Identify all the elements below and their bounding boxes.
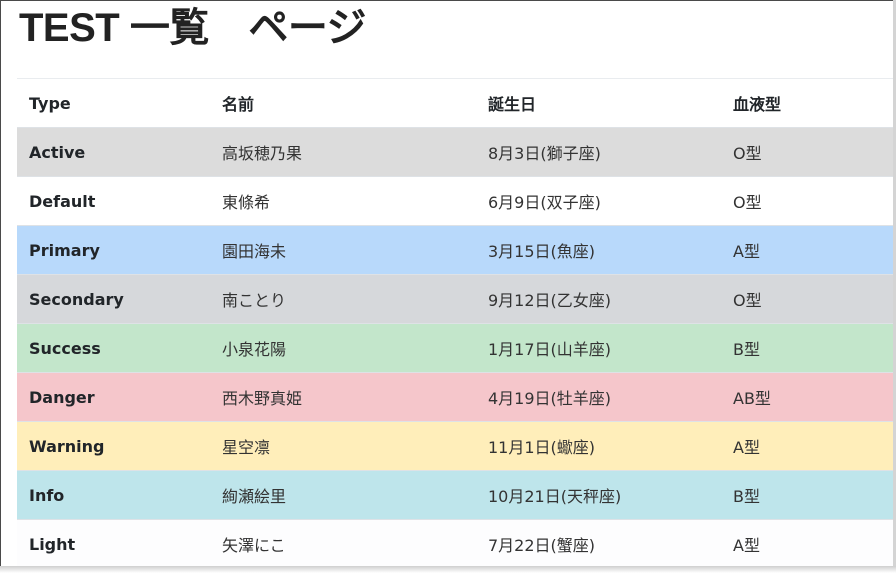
birthday-cell: 6月9日(双子座) [476, 176, 721, 226]
table-row-warning: Warning 星空凛 11月1日(蠍座) A型 [17, 421, 895, 471]
table-row-primary: Primary 園田海未 3月15日(魚座) A型 [17, 225, 895, 275]
blood-type-cell: O型 [721, 127, 895, 177]
birthday-cell: 11月1日(蠍座) [476, 421, 721, 471]
column-header-blood-type: 血液型 [721, 78, 895, 128]
blood-type-cell: O型 [721, 176, 895, 226]
birthday-cell: 10月21日(天秤座) [476, 470, 721, 520]
name-cell: 園田海未 [210, 225, 476, 275]
table-row-info: Info 絢瀬絵里 10月21日(天秤座) B型 [17, 470, 895, 520]
row-type-cell: Warning [17, 421, 210, 471]
table-row-secondary: Secondary 南ことり 9月12日(乙女座) O型 [17, 274, 895, 324]
table-body: Active 高坂穂乃果 8月3日(獅子座) O型 Default 東條希 6月… [17, 127, 895, 569]
column-header-type: Type [17, 78, 210, 128]
birthday-cell: 9月12日(乙女座) [476, 274, 721, 324]
blood-type-cell: AB型 [721, 372, 895, 422]
name-cell: 絢瀬絵里 [210, 470, 476, 520]
page-title: TEST 一覧 ページ [19, 6, 367, 50]
table-row-active: Active 高坂穂乃果 8月3日(獅子座) O型 [17, 127, 895, 177]
birthday-cell: 7月22日(蟹座) [476, 519, 721, 569]
name-cell: 東條希 [210, 176, 476, 226]
column-header-birthday: 誕生日 [476, 78, 721, 128]
row-type-cell: Danger [17, 372, 210, 422]
table-header: Type 名前 誕生日 血液型 [17, 78, 895, 128]
name-cell: 小泉花陽 [210, 323, 476, 373]
name-cell: 南ことり [210, 274, 476, 324]
birthday-cell: 4月19日(牡羊座) [476, 372, 721, 422]
blood-type-cell: A型 [721, 225, 895, 275]
page-frame: TEST 一覧 ページ Type 名前 誕生日 血液型 Active 高坂穂乃果… [0, 0, 896, 573]
row-type-cell: Info [17, 470, 210, 520]
row-type-cell: Light [17, 519, 210, 569]
name-cell: 西木野真姫 [210, 372, 476, 422]
window-shadow-bottom [0, 566, 896, 573]
table-row-danger: Danger 西木野真姫 4月19日(牡羊座) AB型 [17, 372, 895, 422]
blood-type-cell: B型 [721, 470, 895, 520]
column-header-name: 名前 [210, 78, 476, 128]
row-type-cell: Default [17, 176, 210, 226]
data-table: Type 名前 誕生日 血液型 Active 高坂穂乃果 8月3日(獅子座) O… [17, 78, 895, 569]
table-row-default: Default 東條希 6月9日(双子座) O型 [17, 176, 895, 226]
blood-type-cell: A型 [721, 421, 895, 471]
table-header-row: Type 名前 誕生日 血液型 [17, 78, 895, 128]
blood-type-cell: A型 [721, 519, 895, 569]
table-row-success: Success 小泉花陽 1月17日(山羊座) B型 [17, 323, 895, 373]
birthday-cell: 1月17日(山羊座) [476, 323, 721, 373]
row-type-cell: Active [17, 127, 210, 177]
name-cell: 矢澤にこ [210, 519, 476, 569]
table-row-light: Light 矢澤にこ 7月22日(蟹座) A型 [17, 519, 895, 569]
birthday-cell: 8月3日(獅子座) [476, 127, 721, 177]
blood-type-cell: O型 [721, 274, 895, 324]
birthday-cell: 3月15日(魚座) [476, 225, 721, 275]
blood-type-cell: B型 [721, 323, 895, 373]
row-type-cell: Primary [17, 225, 210, 275]
row-type-cell: Success [17, 323, 210, 373]
name-cell: 高坂穂乃果 [210, 127, 476, 177]
row-type-cell: Secondary [17, 274, 210, 324]
name-cell: 星空凛 [210, 421, 476, 471]
